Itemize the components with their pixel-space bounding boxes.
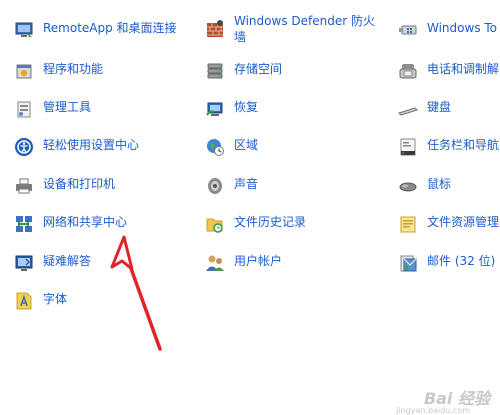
item-label: 存储空间 (234, 62, 283, 76)
item-label: Windows Defender 防火墙 (234, 14, 375, 44)
printer-icon (14, 176, 34, 196)
mouse-icon (398, 176, 418, 196)
item-label: 恢复 (234, 100, 259, 114)
firewall-icon (205, 19, 225, 39)
item-taskbar-navigation[interactable]: 任务栏和导航 (398, 137, 499, 157)
item-label: 声音 (234, 177, 259, 191)
item-label: 字体 (43, 292, 68, 306)
troubleshoot-icon (14, 253, 34, 273)
annotation-arrow (110, 235, 162, 351)
item-ease-of-access[interactable]: 轻松使用设置中心 (14, 137, 139, 157)
item-windows-to-go[interactable]: Windows To (398, 20, 497, 40)
windows-to-go-icon (398, 20, 418, 40)
item-label: 电话和调制解 (427, 62, 500, 76)
item-storage-spaces[interactable]: 存储空间 (205, 61, 282, 81)
item-label: 任务栏和导航 (427, 138, 500, 152)
control-panel-all-items: RemoteApp 和桌面连接 程序和功能 管理工具 轻松使用设置中心 设备和打… (0, 0, 500, 415)
item-file-history[interactable]: 文件历史记录 (205, 214, 306, 234)
user-accounts-icon (205, 253, 225, 273)
item-windows-defender-firewall[interactable]: Windows Defender 防火墙 (205, 13, 384, 45)
item-label: 鼠标 (427, 177, 452, 191)
keyboard-icon (398, 99, 418, 119)
item-fonts[interactable]: 字体 (14, 291, 67, 311)
sound-icon (205, 176, 225, 196)
item-label: 文件历史记录 (234, 215, 307, 229)
storage-icon (205, 61, 225, 81)
remote-desktop-icon (14, 20, 34, 40)
item-recovery[interactable]: 恢复 (205, 99, 258, 119)
programs-icon (14, 61, 34, 81)
item-admin-tools[interactable]: 管理工具 (14, 99, 91, 119)
item-file-explorer[interactable]: 文件资源管理 (398, 214, 499, 234)
item-label: 文件资源管理 (427, 215, 500, 229)
item-region[interactable]: 区域 (205, 137, 258, 157)
item-mouse[interactable]: 鼠标 (398, 176, 451, 196)
item-label: 区域 (234, 138, 259, 152)
network-icon (14, 214, 34, 234)
region-icon (205, 137, 225, 157)
item-user-accounts[interactable]: 用户帐户 (205, 253, 282, 273)
taskbar-icon (398, 137, 418, 157)
item-keyboard[interactable]: 键盘 (398, 99, 451, 119)
item-label: 邮件 (32 位) (427, 254, 496, 268)
item-devices-printers[interactable]: 设备和打印机 (14, 176, 115, 196)
mail-icon (398, 253, 418, 273)
ease-of-access-icon (14, 137, 34, 157)
file-history-icon (205, 214, 225, 234)
fonts-icon (14, 291, 34, 311)
item-sound[interactable]: 声音 (205, 176, 258, 196)
item-label: 设备和打印机 (43, 177, 116, 191)
file-explorer-icon (398, 214, 418, 234)
item-label: Windows To (427, 21, 498, 35)
recovery-icon (205, 99, 225, 119)
item-label: 键盘 (427, 100, 452, 114)
item-label: 疑难解答 (43, 254, 92, 268)
item-programs[interactable]: 程序和功能 (14, 61, 103, 81)
item-label: 用户帐户 (234, 254, 283, 268)
item-mail[interactable]: 邮件 (32 位) (398, 253, 495, 273)
item-label: RemoteApp 和桌面连接 (43, 21, 177, 35)
admin-tools-icon (14, 99, 34, 119)
item-troubleshooting[interactable]: 疑难解答 (14, 253, 91, 273)
item-label: 轻松使用设置中心 (43, 138, 140, 152)
item-label: 管理工具 (43, 100, 92, 114)
phone-modem-icon (398, 61, 418, 81)
item-remoteapp[interactable]: RemoteApp 和桌面连接 (14, 20, 177, 40)
watermark-url: jingyan.baidu.com (396, 406, 470, 415)
item-phone-modem[interactable]: 电话和调制解 (398, 61, 499, 81)
item-label: 程序和功能 (43, 62, 104, 76)
